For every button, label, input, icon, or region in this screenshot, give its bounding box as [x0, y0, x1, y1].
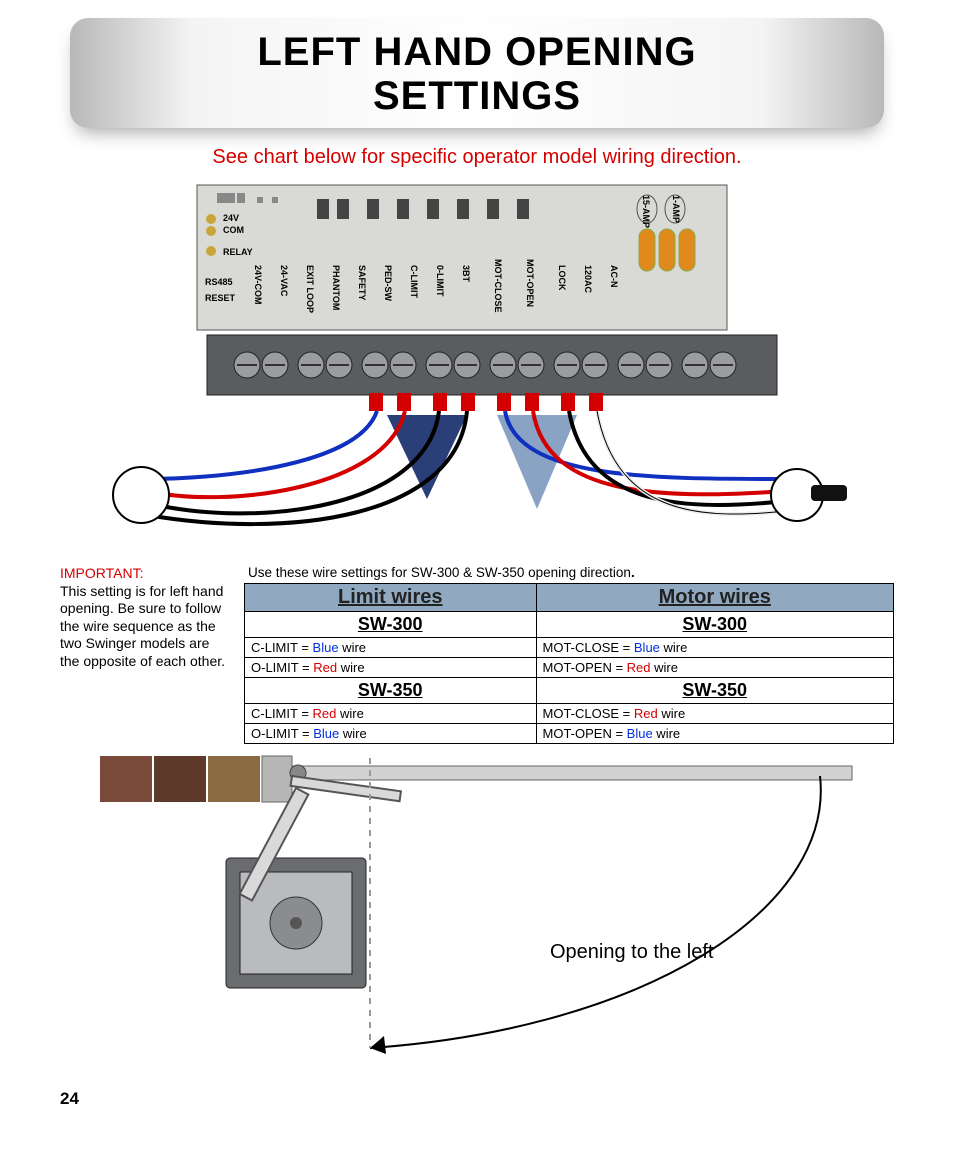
terminal-label: PED-SW [383, 265, 393, 302]
terminal-label: PHANTOM [331, 265, 341, 310]
table-caption-dot: . [631, 565, 635, 580]
terminal-label: LOCK [557, 265, 567, 291]
terminal-label: SAFETY [357, 265, 367, 301]
fuse-label: 15-AMP [641, 195, 651, 228]
table-cell: MOT-CLOSE = Red wire [536, 704, 894, 724]
page-title-line2: SETTINGS [373, 74, 581, 118]
col-header-motor: Motor wires [536, 584, 894, 612]
side-label: 24V [223, 213, 239, 223]
model-cell: SW-350 [536, 678, 894, 704]
fuse-label: 1-AMP [671, 195, 681, 223]
left-cable-end-icon [113, 467, 169, 523]
model-cell: SW-300 [245, 612, 537, 638]
table-cell: MOT-CLOSE = Blue wire [536, 638, 894, 658]
model-cell: SW-300 [536, 612, 894, 638]
swing-arc-icon [370, 776, 821, 1048]
table-cell: C-LIMIT = Red wire [245, 704, 537, 724]
side-label: RELAY [223, 247, 253, 257]
table-caption: Use these wire settings for SW-300 & SW-… [248, 565, 894, 580]
wire-settings-table: Limit wires Motor wires SW-300 SW-300 C-… [244, 583, 894, 744]
gate-opening-diagram: Opening to the left [60, 748, 880, 1058]
page-title-bar: LEFT HAND OPENING SETTINGS [70, 18, 884, 128]
terminal-label: EXIT LOOP [305, 265, 315, 313]
table-cell: MOT-OPEN = Blue wire [536, 724, 894, 744]
table-cell: MOT-OPEN = Red wire [536, 658, 894, 678]
terminal-label: MOT-CLOSE [493, 259, 503, 313]
page-title-line1: LEFT HAND OPENING [257, 30, 696, 74]
terminal-label: 24V-COM [253, 265, 263, 305]
terminal-label: 0-LIMIT [435, 265, 445, 297]
table-cell: C-LIMIT = Blue wire [245, 638, 537, 658]
important-label: IMPORTANT: [60, 565, 144, 581]
terminal-label: AC-N [609, 265, 619, 288]
terminal-label: MOT-OPEN [525, 259, 535, 307]
terminal-label: 120AC [583, 265, 593, 294]
side-label: RESET [205, 293, 236, 303]
terminal-label: C-LIMIT [409, 265, 419, 298]
table-cell: O-LIMIT = Red wire [245, 658, 537, 678]
important-note: IMPORTANT: This setting is for left hand… [60, 565, 244, 744]
page-title: LEFT HAND OPENING SETTINGS [90, 30, 864, 118]
important-text: This setting is for left hand opening. B… [60, 583, 225, 669]
col-header-limit: Limit wires [245, 584, 537, 612]
opening-direction-label: Opening to the left [550, 941, 714, 963]
side-label: RS485 [205, 277, 233, 287]
side-label: COM [223, 225, 244, 235]
page-number: 24 [60, 1089, 894, 1109]
wiring-diagram: 24V COM RELAY RS485 RESET 15-AMP 1-AMP 2… [87, 179, 867, 559]
page-subtitle: See chart below for specific operator mo… [60, 146, 894, 169]
terminal-label: 3BT [461, 265, 471, 283]
table-cell: O-LIMIT = Blue wire [245, 724, 537, 744]
model-cell: SW-350 [245, 678, 537, 704]
table-caption-text: Use these wire settings for SW-300 & SW-… [248, 565, 631, 580]
terminal-label: 24-VAC [279, 265, 289, 297]
